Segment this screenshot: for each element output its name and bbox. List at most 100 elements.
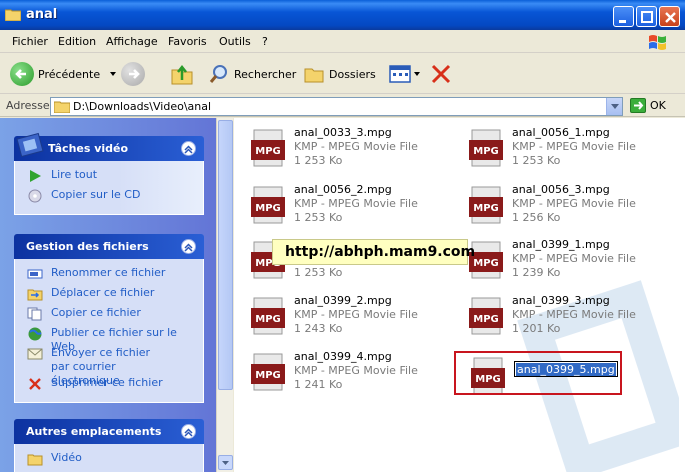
file-type: KMP - MPEG Movie File bbox=[294, 197, 418, 210]
video-tasks-header[interactable]: Tâches vidéo bbox=[14, 132, 204, 161]
folders-icon bbox=[304, 68, 324, 83]
collapse-chevron-icon[interactable] bbox=[181, 141, 196, 156]
back-button[interactable]: Précédente bbox=[10, 60, 118, 88]
folders-label: Dossiers bbox=[329, 67, 376, 81]
file-name: anal_0399_4.mpg bbox=[294, 350, 392, 363]
minimize-button[interactable] bbox=[613, 6, 634, 27]
file-item[interactable]: MPG anal_0056_3.mpg KMP - MPEG Movie File 1… bbox=[458, 179, 648, 231]
mpg-file-icon: MPG bbox=[469, 129, 503, 167]
video-tasks-panel: Tâches vidéo Lire tout Copier sur le CD bbox=[14, 132, 204, 215]
folder-icon bbox=[27, 454, 43, 466]
file-item[interactable]: MPG anal_0399_2.mpg KMP - MPEG Movie File 1… bbox=[240, 290, 430, 342]
file-item[interactable]: MPG anal_0056_2.mpg KMP - MPEG Movie File 1… bbox=[240, 179, 430, 231]
svg-text:MPG: MPG bbox=[473, 146, 499, 157]
collapse-chevron-icon[interactable] bbox=[181, 239, 196, 254]
move-icon bbox=[27, 289, 43, 301]
svg-text:MPG: MPG bbox=[473, 203, 499, 214]
file-type: KMP - MPEG Movie File bbox=[294, 364, 418, 377]
mpg-file-icon: MPG bbox=[469, 297, 503, 335]
menu-tools[interactable]: Outils bbox=[219, 35, 251, 48]
folders-button[interactable]: Dossiers bbox=[303, 60, 376, 88]
file-name: anal_0399_2.mpg bbox=[294, 294, 392, 307]
windows-logo-icon bbox=[649, 35, 666, 50]
file-item[interactable]: MPG anal_0033_3.mpg KMP - MPEG Movie File 1… bbox=[240, 122, 430, 174]
scroll-down-button[interactable] bbox=[218, 455, 233, 470]
delete-button[interactable] bbox=[430, 60, 452, 88]
file-size: 1 201 Ko bbox=[512, 322, 561, 335]
maximize-icon bbox=[641, 11, 653, 23]
file-list: MPG anal_0033_3.mpg KMP - MPEG Movie File 1… bbox=[234, 118, 685, 472]
task-email-file[interactable]: Envoyer ce fichier par courrier électron… bbox=[15, 346, 203, 387]
forward-button[interactable] bbox=[121, 60, 145, 88]
chevron-down-icon[interactable] bbox=[413, 69, 421, 79]
svg-text:MPG: MPG bbox=[255, 203, 281, 214]
rename-icon bbox=[27, 269, 43, 279]
menu-favorites[interactable]: Favoris bbox=[168, 35, 207, 48]
scrollbar-thumb[interactable] bbox=[218, 120, 233, 390]
menu-view[interactable]: Affichage bbox=[106, 35, 158, 48]
toolbar: Précédente Rechercher Dossiers bbox=[0, 54, 685, 94]
address-label: Adresse bbox=[6, 99, 50, 112]
maximize-button[interactable] bbox=[636, 6, 657, 27]
mpg-file-icon: MPG bbox=[251, 186, 285, 224]
task-pane: Tâches vidéo Lire tout Copier sur le CD … bbox=[0, 118, 216, 472]
file-size: 1 253 Ko bbox=[294, 154, 343, 167]
file-item[interactable]: MPG anal_0056_1.mpg KMP - MPEG Movie File 1… bbox=[458, 122, 648, 174]
other-places-header[interactable]: Autres emplacements bbox=[14, 419, 204, 444]
task-rename-file[interactable]: Renommer ce fichier bbox=[15, 266, 203, 286]
search-icon bbox=[209, 65, 227, 83]
mpg-file-icon: MPG bbox=[251, 353, 285, 391]
folder-icon bbox=[54, 101, 70, 113]
file-size: 1 256 Ko bbox=[512, 211, 561, 224]
file-size: 1 253 Ko bbox=[294, 211, 343, 224]
file-type: KMP - MPEG Movie File bbox=[512, 197, 636, 210]
chevron-down-icon[interactable] bbox=[108, 69, 118, 79]
file-size: 1 253 Ko bbox=[512, 154, 561, 167]
task-copy-to-cd[interactable]: Copier sur le CD bbox=[15, 188, 203, 208]
url-overlay: http://abhph.mam9.com bbox=[272, 239, 475, 265]
menu-edit[interactable]: Edition bbox=[58, 35, 96, 48]
file-item[interactable]: MPG anal_0399_3.mpg KMP - MPEG Movie File 1… bbox=[458, 290, 648, 342]
file-size: 1 239 Ko bbox=[512, 266, 561, 279]
task-copy-file[interactable]: Copier ce fichier bbox=[15, 306, 203, 326]
task-move-file[interactable]: Déplacer ce fichier bbox=[15, 286, 203, 306]
address-bar: Adresse D:\Downloads\Video\anal OK bbox=[0, 95, 685, 117]
svg-text:MPG: MPG bbox=[255, 146, 281, 157]
file-type: KMP - MPEG Movie File bbox=[512, 252, 636, 265]
file-tasks-header[interactable]: Gestion des fichiers bbox=[14, 234, 204, 259]
close-button[interactable] bbox=[659, 6, 680, 27]
title-bar[interactable]: anal bbox=[0, 0, 685, 30]
file-type: KMP - MPEG Movie File bbox=[512, 140, 636, 153]
collapse-chevron-icon[interactable] bbox=[181, 424, 196, 439]
task-play-all[interactable]: Lire tout bbox=[15, 168, 203, 188]
filmstrip-icon bbox=[16, 132, 44, 158]
file-tasks-title: Gestion des fichiers bbox=[26, 240, 149, 253]
close-icon bbox=[665, 12, 676, 23]
search-button[interactable]: Rechercher bbox=[208, 60, 296, 88]
file-item[interactable]: MPG anal_0399_1.mpg KMP - MPEG Movie File 1… bbox=[458, 234, 648, 286]
mpg-file-icon: MPG bbox=[469, 186, 503, 224]
task-pane-scrollbar[interactable] bbox=[216, 118, 233, 472]
mpg-file-icon: MPG bbox=[251, 297, 285, 335]
file-size: 1 243 Ko bbox=[294, 322, 343, 335]
file-item[interactable]: MPG anal_0399_4.mpg KMP - MPEG Movie File 1… bbox=[240, 346, 430, 398]
address-value: D:\Downloads\Video\anal bbox=[73, 100, 212, 113]
file-type: KMP - MPEG Movie File bbox=[294, 140, 418, 153]
search-label: Rechercher bbox=[234, 67, 297, 81]
address-input[interactable]: D:\Downloads\Video\anal bbox=[50, 97, 623, 116]
chevron-down-icon bbox=[222, 461, 229, 465]
folder-icon bbox=[5, 9, 21, 21]
place-video[interactable]: Vidéo bbox=[15, 451, 203, 471]
file-type: KMP - MPEG Movie File bbox=[512, 308, 636, 321]
go-button[interactable]: OK bbox=[630, 98, 666, 113]
forward-arrow-icon bbox=[121, 62, 145, 86]
task-delete-file[interactable]: Supprimer ce fichier bbox=[15, 376, 203, 396]
mpg-file-icon: MPG bbox=[251, 129, 285, 167]
menu-help[interactable]: ? bbox=[262, 35, 268, 48]
address-dropdown-button[interactable] bbox=[606, 98, 622, 115]
other-places-body: Vidéo bbox=[14, 444, 204, 472]
task-publish-web[interactable]: Publier ce fichier sur le Web bbox=[15, 326, 203, 353]
views-button[interactable] bbox=[389, 60, 421, 88]
menu-file[interactable]: Fichier bbox=[12, 35, 48, 48]
up-folder-button[interactable] bbox=[170, 60, 194, 88]
